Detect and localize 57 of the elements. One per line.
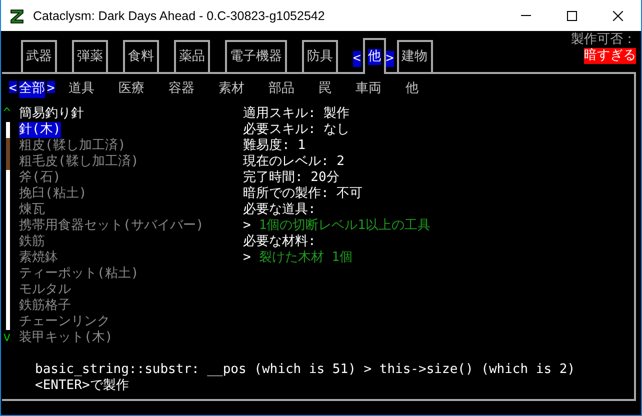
recipe-item[interactable]: 簡易釣り針: [19, 106, 84, 122]
recipe-item[interactable]: 斧(石): [19, 170, 61, 186]
requirement-marker: >: [243, 250, 251, 266]
recipe-item[interactable]: 煉瓦: [19, 202, 45, 218]
recipe-item[interactable]: 素焼鉢: [19, 250, 58, 266]
hint-text: <ENTER>で製作: [35, 378, 129, 394]
minimize-icon: [521, 15, 531, 16]
category-tab[interactable]: 他: [362, 38, 386, 74]
recipe-item[interactable]: 鉄筋: [19, 234, 45, 250]
window-title: Cataclysm: Dark Days Ahead - 0.C-30823-g1052542: [33, 8, 326, 22]
recipe-item[interactable]: チェーンリンク: [19, 314, 110, 330]
close-icon: [613, 10, 623, 20]
subcategory-tab[interactable]: 罠: [318, 81, 332, 98]
subcategory-tab[interactable]: 部品: [268, 81, 295, 98]
craft-status-value: 暗すぎる: [584, 48, 636, 64]
recipe-item[interactable]: 針(木): [19, 122, 61, 138]
maximize-icon: [567, 10, 577, 20]
recipe-item[interactable]: 挽臼(粘土): [19, 186, 87, 202]
craft-status-label: 製作可否：: [571, 32, 636, 48]
recipe-item[interactable]: 粗毛皮(鞣し加工済): [19, 154, 139, 170]
category-tab[interactable]: 電子機器: [225, 40, 287, 72]
recipe-item[interactable]: 粗皮(鞣し加工済): [19, 138, 126, 154]
category-tab[interactable]: 建物: [396, 40, 433, 72]
category-tab[interactable]: 武器: [21, 40, 57, 72]
detail-line: 必要な道具:: [243, 202, 317, 218]
recipe-item[interactable]: ティーポット(粘土): [19, 266, 139, 282]
requirement-text: 1個の切断レベル1以上の工具: [258, 218, 430, 234]
detail-line: 現在のレベル: 2: [243, 154, 346, 170]
scroll-down-arrow[interactable]: v: [3, 330, 11, 346]
requirement-marker: >: [243, 218, 251, 234]
scroll-up-arrow[interactable]: ^: [3, 106, 11, 122]
scrollbar-track[interactable]: [6, 122, 10, 330]
app-logo-icon: [9, 8, 25, 24]
subcategory-tab[interactable]: 道具: [68, 81, 95, 98]
error-message: basic_string::substr: __pos (which is 51) > this->size() (which is 2): [35, 362, 576, 378]
requirement-text: 裂けた木材 1個: [258, 250, 352, 266]
subcategory-tab[interactable]: 医療: [118, 81, 145, 98]
recipe-item[interactable]: 装甲キット(木): [19, 330, 113, 346]
subcategory-tab[interactable]: 車両: [356, 81, 382, 98]
subcategory-tab[interactable]: 素材: [218, 81, 245, 98]
detail-line: 必要な材料:: [243, 234, 317, 250]
category-tab[interactable]: 食料: [123, 40, 159, 72]
subcategory-tab[interactable]: 全部: [18, 81, 45, 98]
recipe-item[interactable]: 携帯用食器セット(サバイバー): [19, 218, 204, 234]
detail-line: 適用スキル: 製作: [243, 106, 351, 122]
detail-line: 暗所での製作: 不可: [243, 186, 364, 202]
detail-line: 必要スキル: なし: [243, 122, 351, 138]
detail-line: 難易度: 1: [243, 138, 306, 154]
subcategory-tab[interactable]: 他: [406, 81, 419, 98]
detail-line: 完了時間: 20分: [243, 170, 340, 186]
subcategory-tab[interactable]: 容器: [168, 81, 195, 98]
category-tab[interactable]: 防具: [302, 40, 338, 72]
scrollbar-thumb[interactable]: [6, 138, 10, 170]
category-tab[interactable]: 薬品: [174, 40, 210, 72]
recipe-item[interactable]: 鉄筋格子: [19, 298, 71, 314]
category-tab[interactable]: 弾薬: [72, 40, 108, 72]
recipe-item[interactable]: モルタル: [19, 282, 71, 298]
